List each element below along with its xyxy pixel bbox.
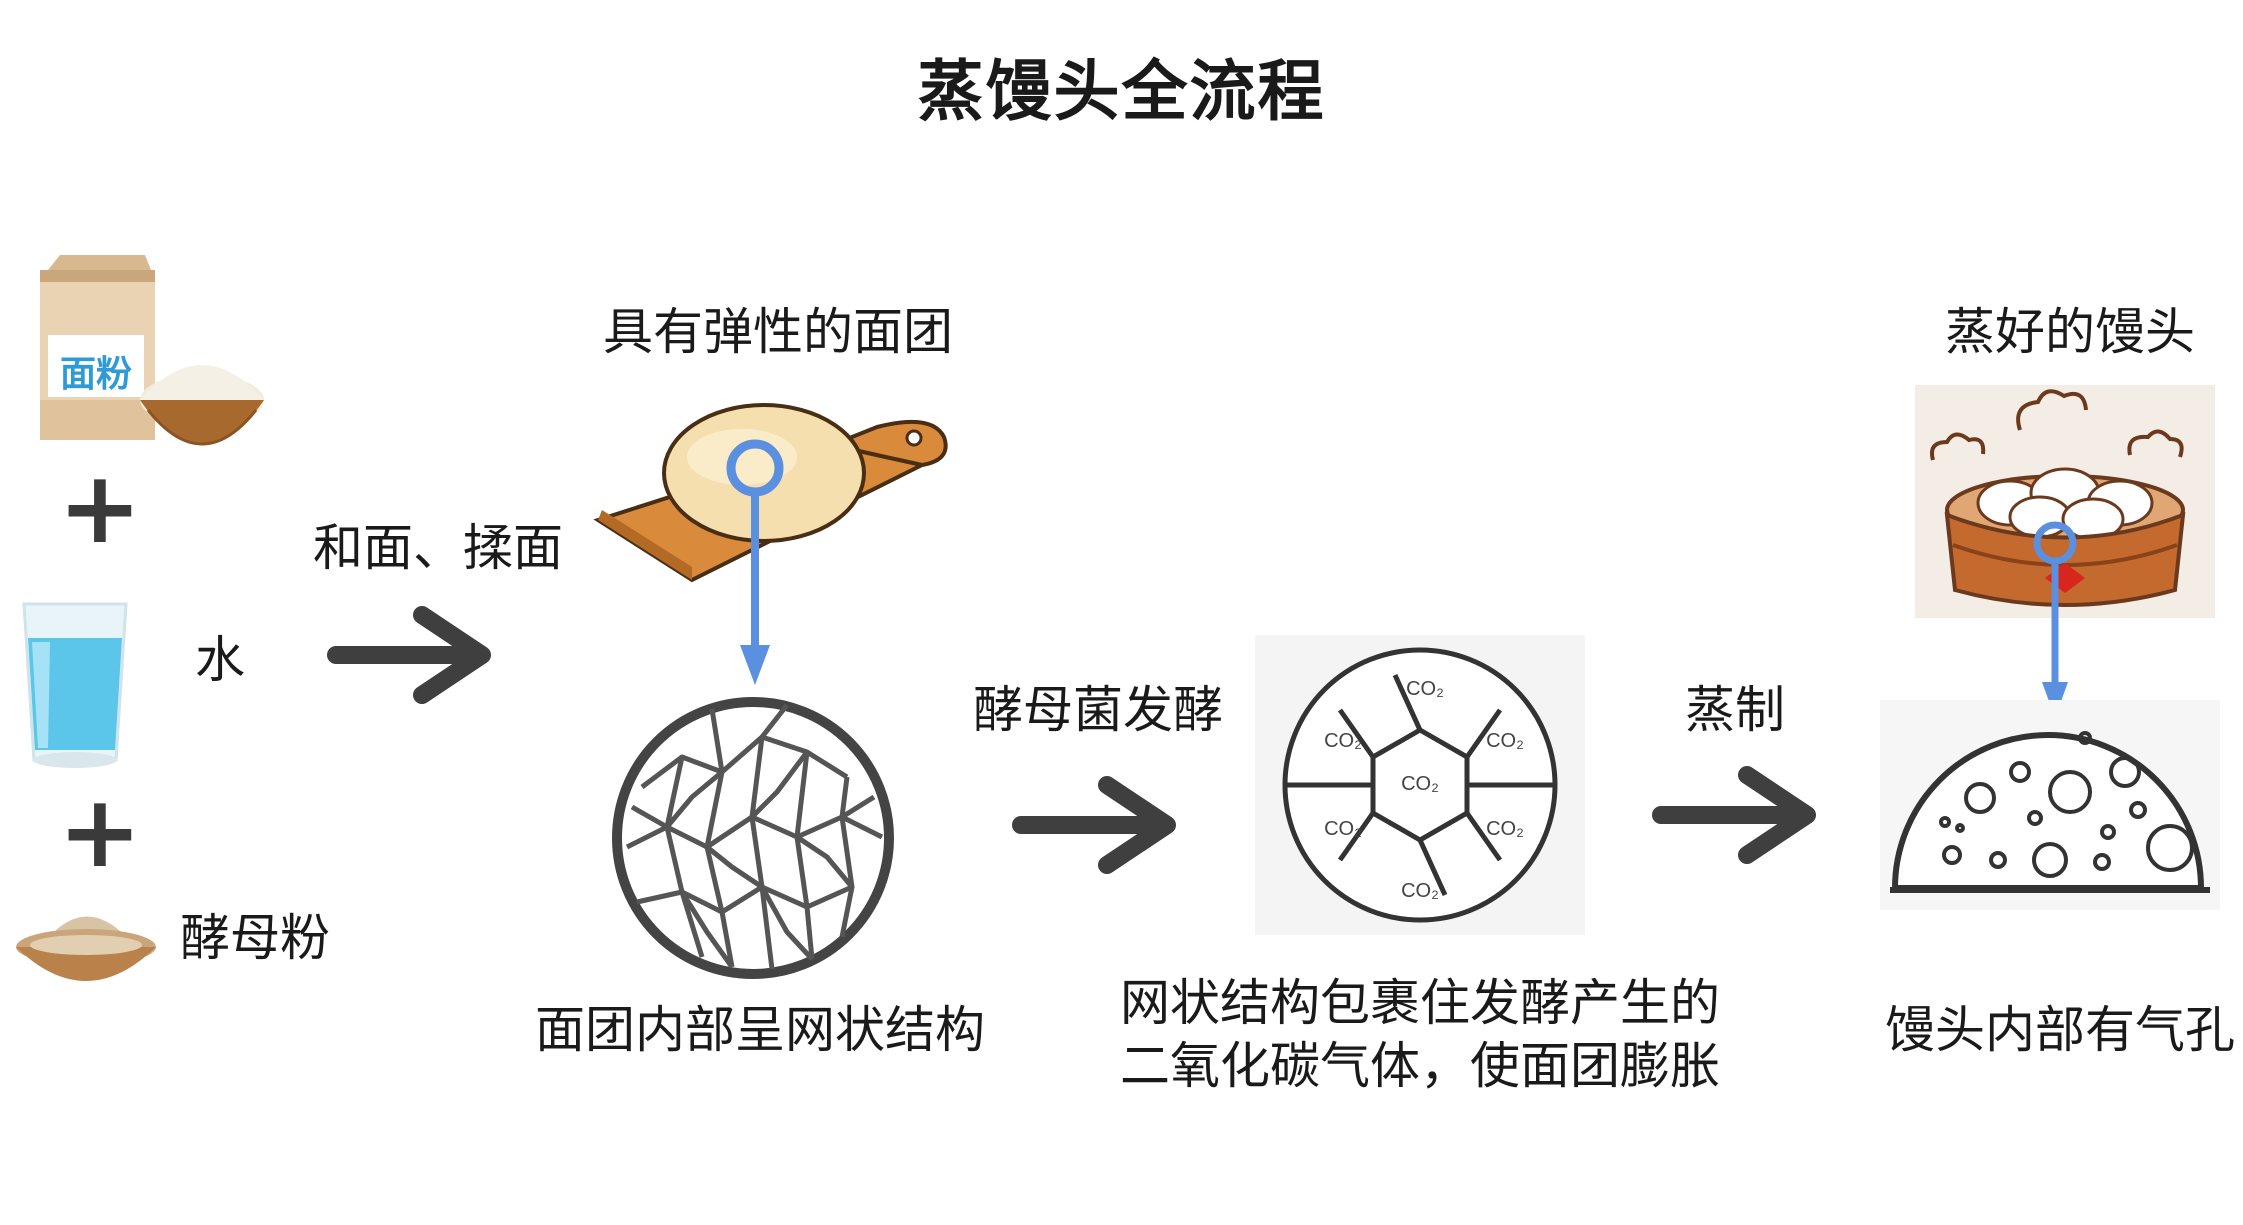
gas-caption-line1: 网状结构包裹住发酵产生的 <box>1120 974 1720 1032</box>
bun-pores-icon <box>1880 700 2220 910</box>
pointer-indicator <box>2033 521 2077 718</box>
steamed-bun-label: 蒸好的馒头 <box>1945 303 2195 361</box>
network-caption: 面团内部呈网状结构 <box>535 1001 985 1059</box>
yeast-powder-icon <box>16 916 156 981</box>
co2-label: CO₂ <box>1324 818 1362 840</box>
gluten-network-icon <box>612 697 894 979</box>
flour-bag-label: 面粉 <box>60 354 133 395</box>
co2-label: CO₂ <box>1406 678 1444 700</box>
pointer-indicator <box>726 439 784 685</box>
co2-label: CO₂ <box>1401 880 1439 902</box>
gas-caption: 网状结构包裹住发酵产生的 二氧化碳气体，使面团膨胀 <box>1110 972 1730 1097</box>
page-title: 蒸馒头全流程 <box>917 53 1326 130</box>
water-glass-icon <box>22 602 128 768</box>
elastic-dough-label: 具有弹性的面团 <box>603 303 953 361</box>
pores-caption: 馒头内部有气孔 <box>1885 1001 2235 1059</box>
co2-label: CO₂ <box>1324 730 1362 752</box>
step-ferment-label: 酵母菌发酵 <box>973 681 1223 739</box>
plus-sign: + <box>58 449 142 566</box>
co2-label: CO₂ <box>1401 773 1439 795</box>
plus-sign: + <box>58 773 142 890</box>
arrow-right-icon <box>1652 766 1816 864</box>
step-steam-label: 蒸制 <box>1685 681 1785 739</box>
co2-cell-diagram: CO₂ CO₂ CO₂ CO₂ CO₂ CO₂ CO₂ <box>1255 635 1585 935</box>
step-knead-label: 和面、揉面 <box>313 519 563 577</box>
flour-icon <box>40 255 264 446</box>
co2-label: CO₂ <box>1486 818 1524 840</box>
co2-label: CO₂ <box>1486 730 1524 752</box>
gas-caption-line2: 二氧化碳气体，使面团膨胀 <box>1120 1036 1720 1095</box>
water-label: 水 <box>195 631 245 689</box>
yeast-label: 酵母粉 <box>180 909 330 967</box>
arrow-right-icon <box>1012 776 1176 874</box>
arrow-right-icon <box>327 606 491 704</box>
